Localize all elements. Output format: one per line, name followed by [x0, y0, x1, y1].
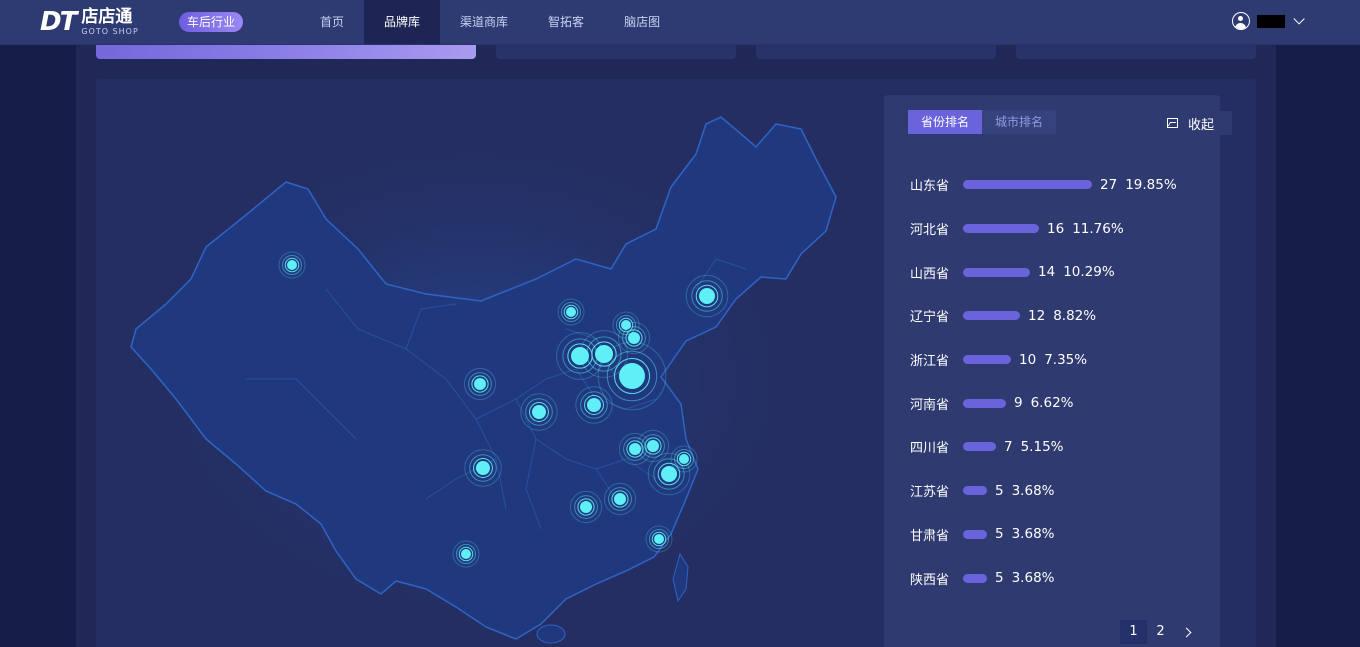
collapse-label: 收起 — [1188, 117, 1215, 133]
store-count: 7 — [1004, 438, 1013, 455]
province-name: 四川省 — [910, 441, 950, 457]
tab-province-ranking[interactable]: 省份排名 — [908, 110, 983, 134]
store-marker[interactable] — [463, 367, 497, 401]
ranking-tabs: 省份排名 城市排名 — [908, 110, 1057, 134]
pagination: 1 2 — [1120, 620, 1201, 644]
store-count: 5 — [995, 570, 1004, 587]
ranking-row[interactable]: 河北省 16 11.76% — [910, 207, 1210, 251]
nav-item-channel-library[interactable]: 渠道商库 — [440, 0, 528, 44]
industry-badge[interactable]: 车后行业 — [179, 12, 243, 32]
ranking-bar — [963, 398, 1006, 408]
store-count: 5 — [995, 526, 1004, 543]
ranking-row[interactable]: 四川省 7 5.15% — [910, 425, 1210, 469]
store-count: 5 — [995, 482, 1004, 499]
store-marker[interactable] — [670, 445, 698, 473]
nav-item-store-map[interactable]: 脑店图 — [604, 0, 680, 44]
store-marker[interactable] — [452, 540, 480, 568]
ranking-row[interactable]: 河南省 9 6.62% — [910, 381, 1210, 425]
ranking-bar — [963, 355, 1011, 365]
ranking-row[interactable]: 山西省 14 10.29% — [910, 250, 1210, 294]
logo-text: 店店通 GOTO SHOP — [81, 6, 139, 36]
ranking-bar — [963, 267, 1030, 277]
store-count: 12 — [1028, 307, 1046, 324]
store-percentage: 11.76% — [1072, 220, 1124, 237]
store-count: 16 — [1047, 220, 1065, 237]
ranking-bar — [963, 486, 987, 496]
ranking-list: 山东省 27 19.85% 河北省 16 11.76% 山西省 14 10.29% 辽宁省 12 8.… — [910, 163, 1210, 600]
province-name: 陕西省 — [910, 572, 950, 588]
app-logo[interactable]: DT 店店通 GOTO SHOP — [40, 6, 139, 38]
province-name: 江苏省 — [910, 485, 950, 501]
stat-card-2 — [756, 44, 996, 59]
province-name: 河北省 — [910, 223, 950, 239]
nav-item-home[interactable]: 首页 — [300, 0, 364, 44]
ranking-row[interactable]: 山东省 27 19.85% — [910, 163, 1210, 207]
province-name: 浙江省 — [910, 354, 950, 370]
collapse-button[interactable]: 收起 — [1159, 111, 1232, 135]
store-percentage: 7.35% — [1044, 351, 1088, 368]
left-gutter — [0, 0, 76, 647]
ranking-row[interactable]: 辽宁省 12 8.82% — [910, 294, 1210, 338]
store-percentage: 3.68% — [1011, 482, 1055, 499]
store-marker[interactable] — [617, 321, 651, 355]
store-marker[interactable] — [603, 482, 637, 516]
ranking-row[interactable]: 江苏省 5 3.68% — [910, 469, 1210, 513]
store-percentage: 19.85% — [1125, 176, 1177, 193]
store-percentage: 6.62% — [1030, 395, 1074, 412]
ranking-bar — [963, 311, 1020, 321]
china-map[interactable] — [96, 79, 876, 647]
store-count: 9 — [1014, 395, 1023, 412]
chevron-down-icon — [1293, 13, 1305, 25]
ranking-bar — [963, 224, 1039, 234]
main-nav: 首页 品牌库 渠道商库 智拓客 脑店图 — [300, 0, 680, 44]
page-2[interactable]: 2 — [1147, 620, 1174, 644]
ranking-row[interactable]: 陕西省 5 3.68% — [910, 556, 1210, 600]
stat-card-3 — [1016, 44, 1256, 59]
stat-card-1 — [496, 44, 736, 59]
store-count: 10 — [1019, 351, 1037, 368]
ranking-row[interactable]: 甘肃省 5 3.68% — [910, 513, 1210, 557]
tab-city-ranking[interactable]: 城市排名 — [982, 110, 1057, 134]
nav-item-brand-library[interactable]: 品牌库 — [364, 0, 441, 44]
ranking-bar — [963, 180, 1092, 190]
province-name: 山西省 — [910, 266, 950, 282]
store-marker[interactable] — [645, 525, 673, 553]
ranking-bar — [963, 529, 987, 539]
store-count: 27 — [1100, 176, 1118, 193]
store-count: 14 — [1038, 264, 1056, 281]
province-name: 河南省 — [910, 397, 950, 413]
store-percentage: 3.68% — [1011, 570, 1055, 587]
island-hainan — [536, 624, 566, 644]
user-avatar-icon — [1232, 12, 1250, 30]
user-menu[interactable] — [1232, 12, 1305, 30]
store-percentage: 10.29% — [1063, 264, 1115, 281]
ranking-bar — [963, 442, 996, 452]
store-marker[interactable] — [278, 251, 306, 279]
logo-title: 店店通 — [81, 6, 133, 27]
ranking-row[interactable]: 浙江省 10 7.35% — [910, 338, 1210, 382]
right-gutter — [1276, 0, 1360, 647]
image-icon — [1167, 118, 1178, 128]
next-page-icon[interactable] — [1174, 620, 1201, 644]
store-percentage: 3.68% — [1011, 526, 1055, 543]
banner-card — [96, 44, 476, 59]
store-marker[interactable] — [557, 298, 585, 326]
logo-subtitle: GOTO SHOP — [81, 26, 139, 36]
store-marker[interactable] — [569, 490, 603, 524]
store-percentage: 8.82% — [1053, 307, 1097, 324]
store-percentage: 5.15% — [1020, 438, 1064, 455]
province-name: 山东省 — [910, 179, 950, 195]
province-name: 甘肃省 — [910, 528, 950, 544]
ranking-bar — [963, 573, 987, 583]
user-name-redacted — [1257, 14, 1285, 28]
province-name: 辽宁省 — [910, 310, 950, 326]
logo-mark: DT — [40, 7, 77, 37]
store-marker[interactable] — [636, 429, 670, 463]
nav-item-smart-prospect[interactable]: 智拓客 — [528, 0, 604, 44]
ranking-panel: 省份排名 城市排名 收起 山东省 27 19.85% 河北省 16 11.76% 山西省 14… — [884, 95, 1232, 647]
top-navigation-bar: DT 店店通 GOTO SHOP 车后行业 首页 品牌库 渠道商库 智拓客 脑店… — [0, 0, 1360, 44]
page-1[interactable]: 1 — [1120, 620, 1147, 644]
